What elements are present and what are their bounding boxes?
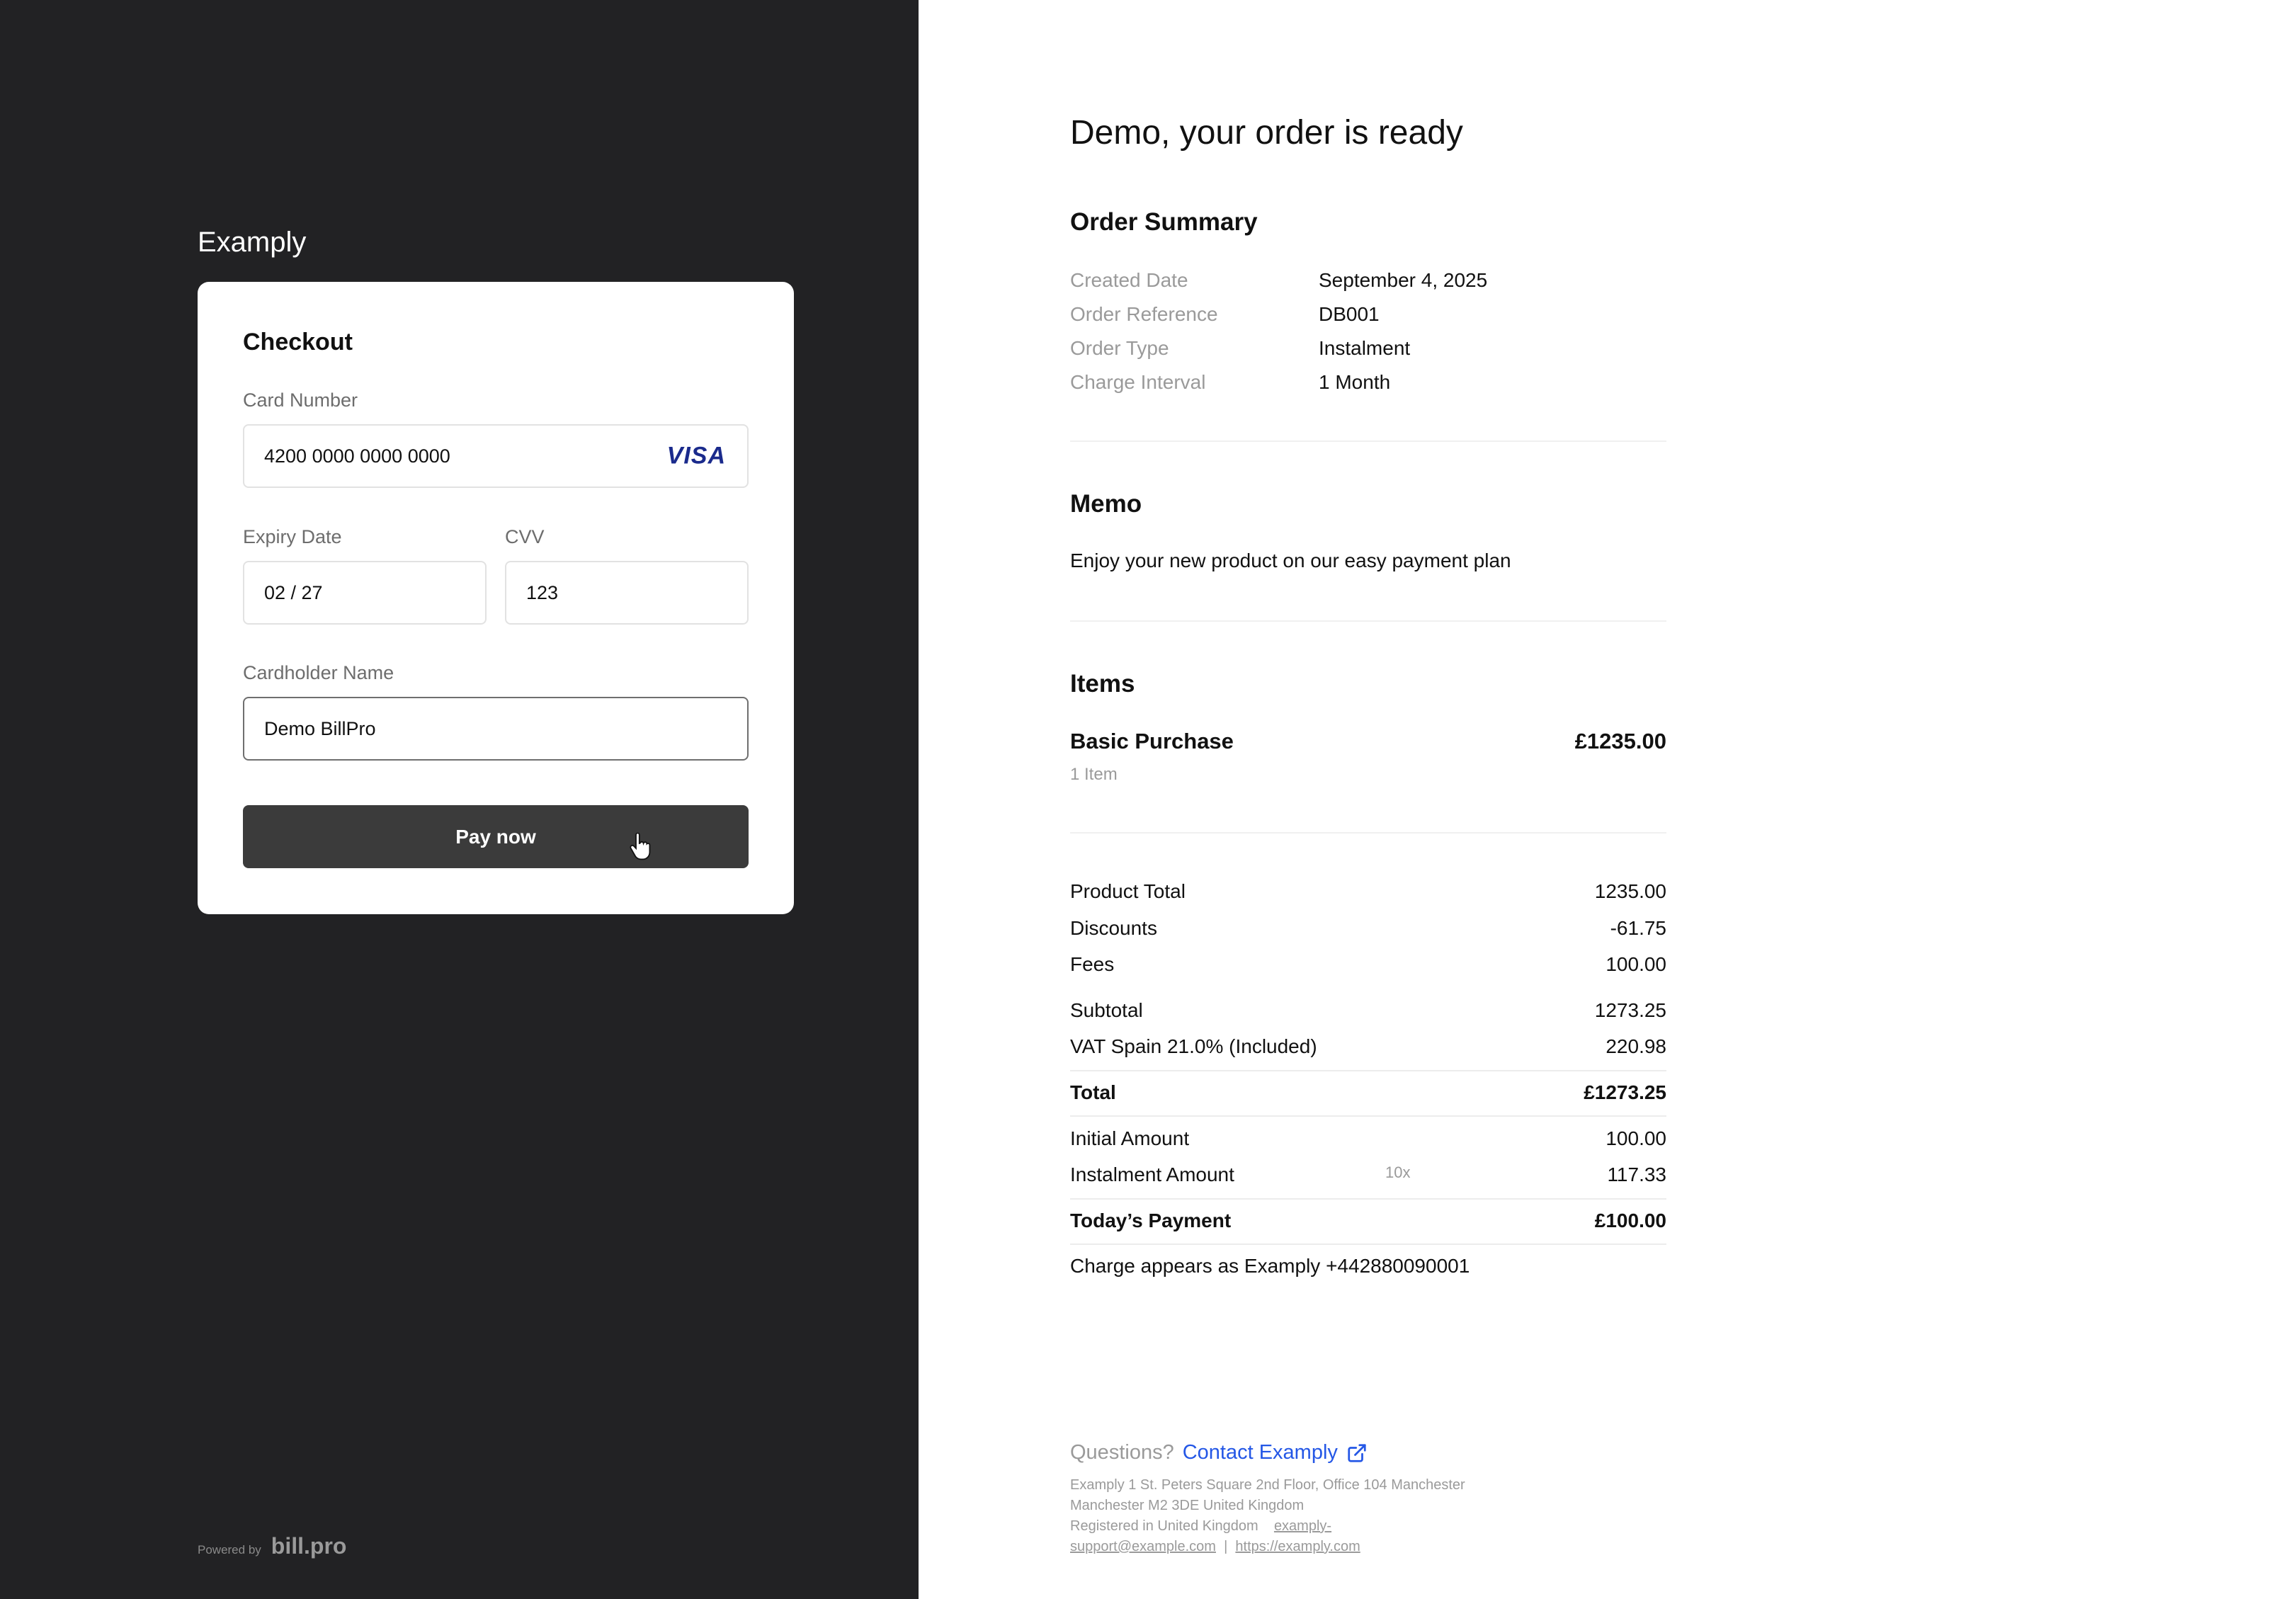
cvv-field[interactable]: 123 [505,561,749,625]
instalment-multiplier: 10x [1385,1163,1411,1181]
initial-amount-value: 100.00 [1606,1127,1666,1149]
memo-text: Enjoy your new product on our easy payme… [1070,550,1511,571]
footer-address-line-1: Examply 1 St. Peters Square 2nd Floor, O… [1070,1477,1465,1493]
divider [1070,440,1666,442]
item-price: £1235.00 [1574,729,1666,753]
order-reference-value: DB001 [1319,303,1380,325]
order-reference-label: Order Reference [1070,303,1218,325]
contact-link-label: Contact Examply [1182,1441,1338,1464]
footer: Examply 1 St. Peters Square 2nd Floor, O… [1070,1475,1495,1557]
cvv-label: CVV [505,526,545,547]
footer-separator: | [1224,1539,1228,1554]
contact-link[interactable]: Contact Examply [1183,1441,1368,1464]
fees-label: Fees [1070,953,1115,975]
instalment-amount-label: Instalment Amount [1070,1163,1234,1185]
checkout-card: Checkout Card Number 4200 0000 0000 0000… [198,282,794,914]
hand-pointer-icon [630,833,651,860]
product-total-label: Product Total [1070,880,1186,902]
external-link-icon [1348,1443,1366,1462]
footer-links-line: support@example.com | https://examply.co… [1070,1537,1495,1557]
support-email-link-part1[interactable]: examply- [1274,1518,1331,1534]
subtotal-value: 1273.25 [1594,999,1666,1021]
footer-registered-line: Registered in United Kingdom examply- [1070,1516,1495,1537]
questions-prefix: Questions? [1070,1441,1174,1464]
fees-value: 100.00 [1606,953,1666,975]
powered-by-text: Powered by [198,1543,261,1557]
visa-icon: VISA [666,442,726,470]
order-type-value: Instalment [1319,337,1411,359]
subtotal-label: Subtotal [1070,999,1143,1021]
charge-interval-label: Charge Interval [1070,371,1206,393]
discounts-label: Discounts [1070,917,1157,939]
product-total-value: 1235.00 [1594,880,1666,902]
footer-address-line-2: Manchester M2 3DE United Kingdom [1070,1498,1305,1513]
expiry-field[interactable]: 02 / 27 [243,561,487,625]
charge-descriptor: Charge appears as Examply +442880090001 [1070,1255,1470,1277]
card-number-label: Card Number [243,389,358,411]
vat-value: 220.98 [1606,1035,1666,1057]
card-number-field[interactable]: 4200 0000 0000 0000 VISA [243,424,749,488]
cvv-value: 123 [526,581,559,603]
questions-row: Questions? Contact Examply [1070,1441,1368,1464]
card-number-value: 4200 0000 0000 0000 [264,445,450,467]
cardholder-field[interactable]: Demo BillPro [243,697,749,761]
todays-payment-label: Today’s Payment [1070,1210,1232,1231]
discounts-value: -61.75 [1610,917,1666,939]
total-value: £1273.25 [1584,1081,1666,1103]
website-link[interactable]: https://examply.com [1235,1539,1360,1554]
divider [1070,1070,1666,1071]
vat-label: VAT Spain 21.0% (Included) [1070,1035,1317,1057]
todays-payment-value: £100.00 [1594,1210,1666,1231]
divider [1070,1115,1666,1117]
billpro-logo: bill.pro [271,1533,347,1559]
divider [1070,620,1666,622]
instalment-amount-value: 117.33 [1607,1163,1666,1185]
checkout-title: Checkout [243,329,353,355]
page-title: Demo, your order is ready [1070,114,1463,152]
expiry-label: Expiry Date [243,526,342,547]
total-label: Total [1070,1081,1116,1103]
created-date-label: Created Date [1070,269,1188,291]
pay-now-button[interactable]: Pay now [243,805,749,868]
divider [1070,1244,1666,1245]
brand-name: Examply [198,227,307,258]
initial-amount-label: Initial Amount [1070,1127,1190,1149]
powered-by: Powered by bill.pro [198,1533,346,1559]
footer-registered: Registered in United Kingdom [1070,1518,1258,1534]
order-type-label: Order Type [1070,337,1169,359]
divider [1070,1198,1666,1200]
item-name: Basic Purchase [1070,729,1234,753]
created-date-value: September 4, 2025 [1319,269,1488,291]
item-quantity: 1 Item [1070,765,1118,784]
support-email-link-part2[interactable]: support@example.com [1070,1539,1216,1554]
items-title: Items [1070,670,1135,698]
divider [1070,832,1666,833]
cardholder-label: Cardholder Name [243,662,394,683]
expiry-value: 02 / 27 [264,581,323,603]
memo-title: Memo [1070,490,1142,518]
charge-interval-value: 1 Month [1319,371,1391,393]
order-summary-title: Order Summary [1070,208,1258,236]
cardholder-value: Demo BillPro [264,717,376,739]
